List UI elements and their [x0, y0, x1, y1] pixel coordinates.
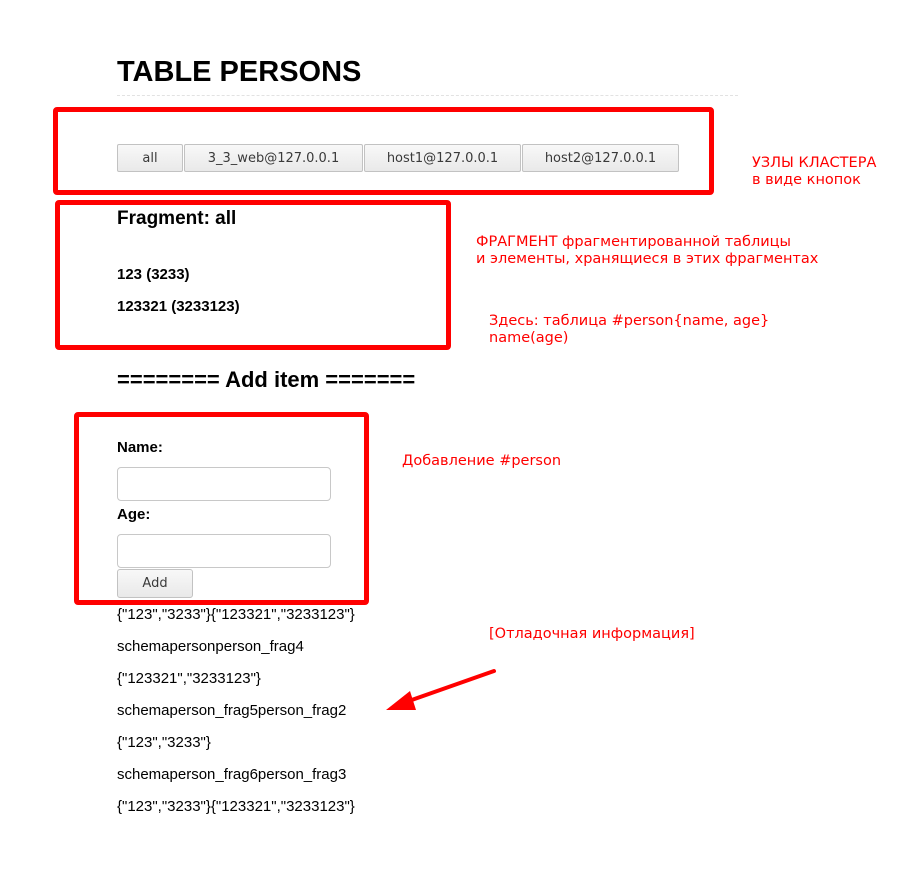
node-button-host1[interactable]: host1@127.0.0.1: [364, 144, 521, 172]
debug-line: schemaperson_frag6person_frag3: [117, 766, 347, 783]
node-button-host2[interactable]: host2@127.0.0.1: [522, 144, 679, 172]
debug-arrow-icon: [386, 669, 496, 710]
debug-line: {"123","3233"}: [117, 734, 211, 751]
fragment-title: Fragment: all: [117, 208, 237, 229]
debug-line: {"123","3233"}{"123321","3233123"}: [117, 798, 355, 815]
add-person-note: Добавление #person: [402, 453, 562, 469]
add-button[interactable]: Add: [117, 569, 193, 598]
table-note: Здесь: таблица #person{name, age} name(a…: [489, 313, 770, 346]
fragment-note: ФРАГМЕНТ фрагментированной таблицы и эле…: [476, 234, 819, 267]
debug-line: schemaperson_frag5person_frag2: [117, 702, 347, 719]
node-button-all[interactable]: all: [117, 144, 183, 172]
age-input[interactable]: [117, 534, 331, 568]
fragment-highlight-box: [55, 200, 451, 350]
cluster-nodes-note: УЗЛЫ КЛАСТЕРА в виде кнопок: [752, 155, 877, 188]
name-input[interactable]: [117, 467, 331, 501]
debug-line: {"123321","3233123"}: [117, 670, 261, 687]
add-item-heading: ======== Add item =======: [117, 367, 416, 392]
fragment-item: 123 (3233): [117, 266, 190, 283]
debug-line: {"123","3233"}{"123321","3233123"}: [117, 606, 355, 623]
debug-info-note: [Отладочная информация]: [489, 626, 695, 642]
name-label: Name:: [117, 439, 163, 456]
title-divider: [117, 95, 738, 96]
node-button-3-3-web[interactable]: 3_3_web@127.0.0.1: [184, 144, 363, 172]
debug-line: schemapersonperson_frag4: [117, 638, 304, 655]
page-title: TABLE PERSONS: [117, 56, 362, 88]
cluster-node-buttons: all 3_3_web@127.0.0.1 host1@127.0.0.1 ho…: [117, 144, 680, 172]
age-label: Age:: [117, 506, 151, 523]
fragment-item: 123321 (3233123): [117, 298, 240, 315]
